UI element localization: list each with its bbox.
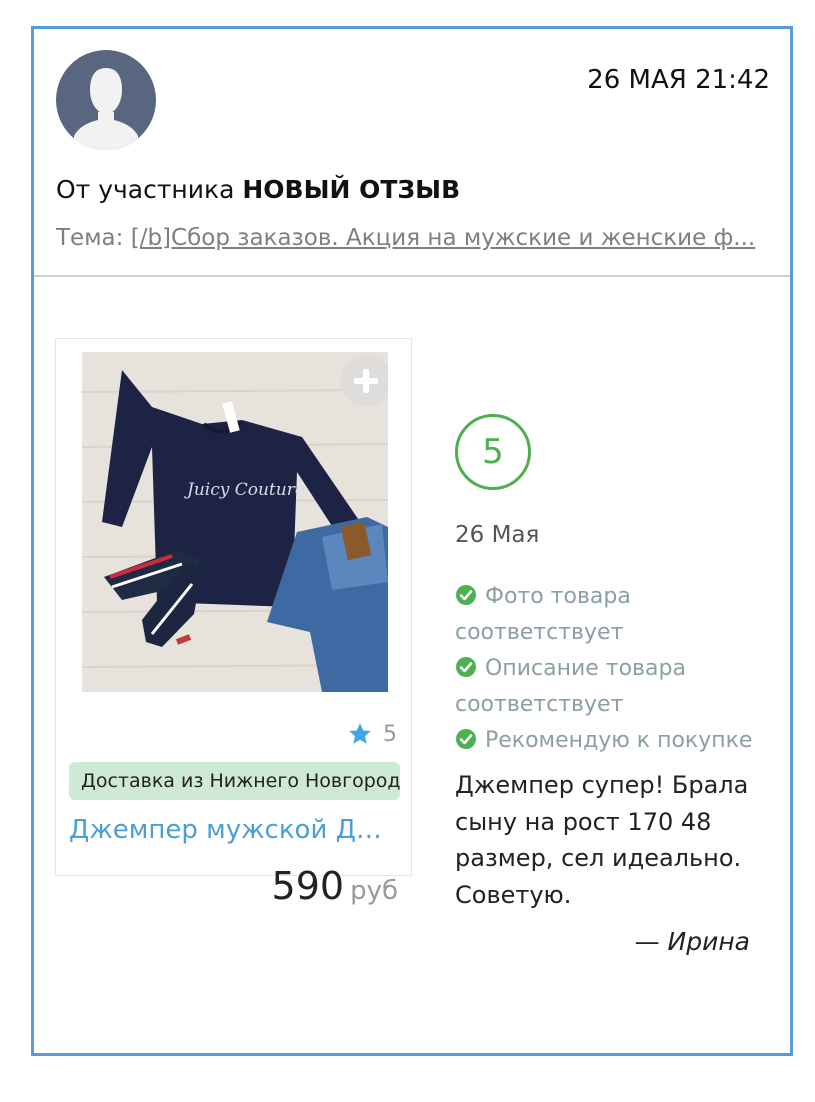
product-rating: 5 (347, 721, 397, 747)
check-circle-icon (456, 729, 476, 749)
from-prefix: От участника (56, 175, 235, 204)
plus-icon (354, 369, 378, 393)
product-image[interactable]: Juicy Couture (82, 352, 388, 692)
author-name[interactable]: НОВЫЙ ОТЗЫВ (242, 175, 460, 204)
product-rating-value: 5 (383, 721, 397, 747)
review-date: 26 Мая (455, 522, 540, 548)
add-to-cart-button[interactable] (340, 355, 388, 407)
product-photo-illustration: Juicy Couture (82, 352, 388, 692)
review-score: 5 (455, 414, 531, 490)
star-icon (349, 723, 371, 744)
product-name-link[interactable]: Джемпер мужской ДД-... (69, 815, 399, 845)
post-date: 26 МАЯ 21:42 (587, 65, 770, 95)
delivery-badge: Доставка из Нижнего Новгорода (69, 762, 400, 800)
topic-link[interactable]: [/b]Сбор заказов. Акция на мужские и жен… (131, 225, 755, 251)
check-item: Фото товара соответствует (455, 579, 775, 651)
review-card: 26 МАЯ 21:42 От участника НОВЫЙ ОТЗЫВ Те… (31, 26, 793, 1056)
price-value: 590 (271, 864, 345, 908)
review-checks: Фото товара соответствует Описание товар… (455, 579, 775, 759)
check-item: Рекомендую к покупке (455, 723, 775, 759)
check-label: Фото товара соответствует (455, 584, 631, 645)
avatar[interactable] (56, 50, 156, 150)
divider (34, 275, 790, 277)
topic-label: Тема: (56, 225, 124, 251)
check-label: Описание товара соответствует (455, 656, 686, 717)
review-text: Джемпер супер! Брала сыну на рост 170 48… (455, 771, 749, 909)
product-price: 590 руб (272, 864, 398, 908)
post-author-line: От участника НОВЫЙ ОТЗЫВ (56, 175, 460, 204)
check-item: Описание товара соответствует (455, 651, 775, 723)
review-author: — Ирина (634, 927, 750, 956)
check-label: Рекомендую к покупке (485, 728, 753, 753)
check-circle-icon (456, 657, 476, 677)
topic-line: Тема: [/b]Сбор заказов. Акция на мужские… (56, 225, 771, 251)
check-circle-icon (456, 585, 476, 605)
price-currency: руб (350, 876, 398, 906)
product-card[interactable]: Juicy Couture 5 Доставка из Нижнего Новг… (55, 338, 412, 908)
user-silhouette-icon (74, 68, 138, 150)
image-print-text: Juicy Couture (184, 480, 305, 500)
